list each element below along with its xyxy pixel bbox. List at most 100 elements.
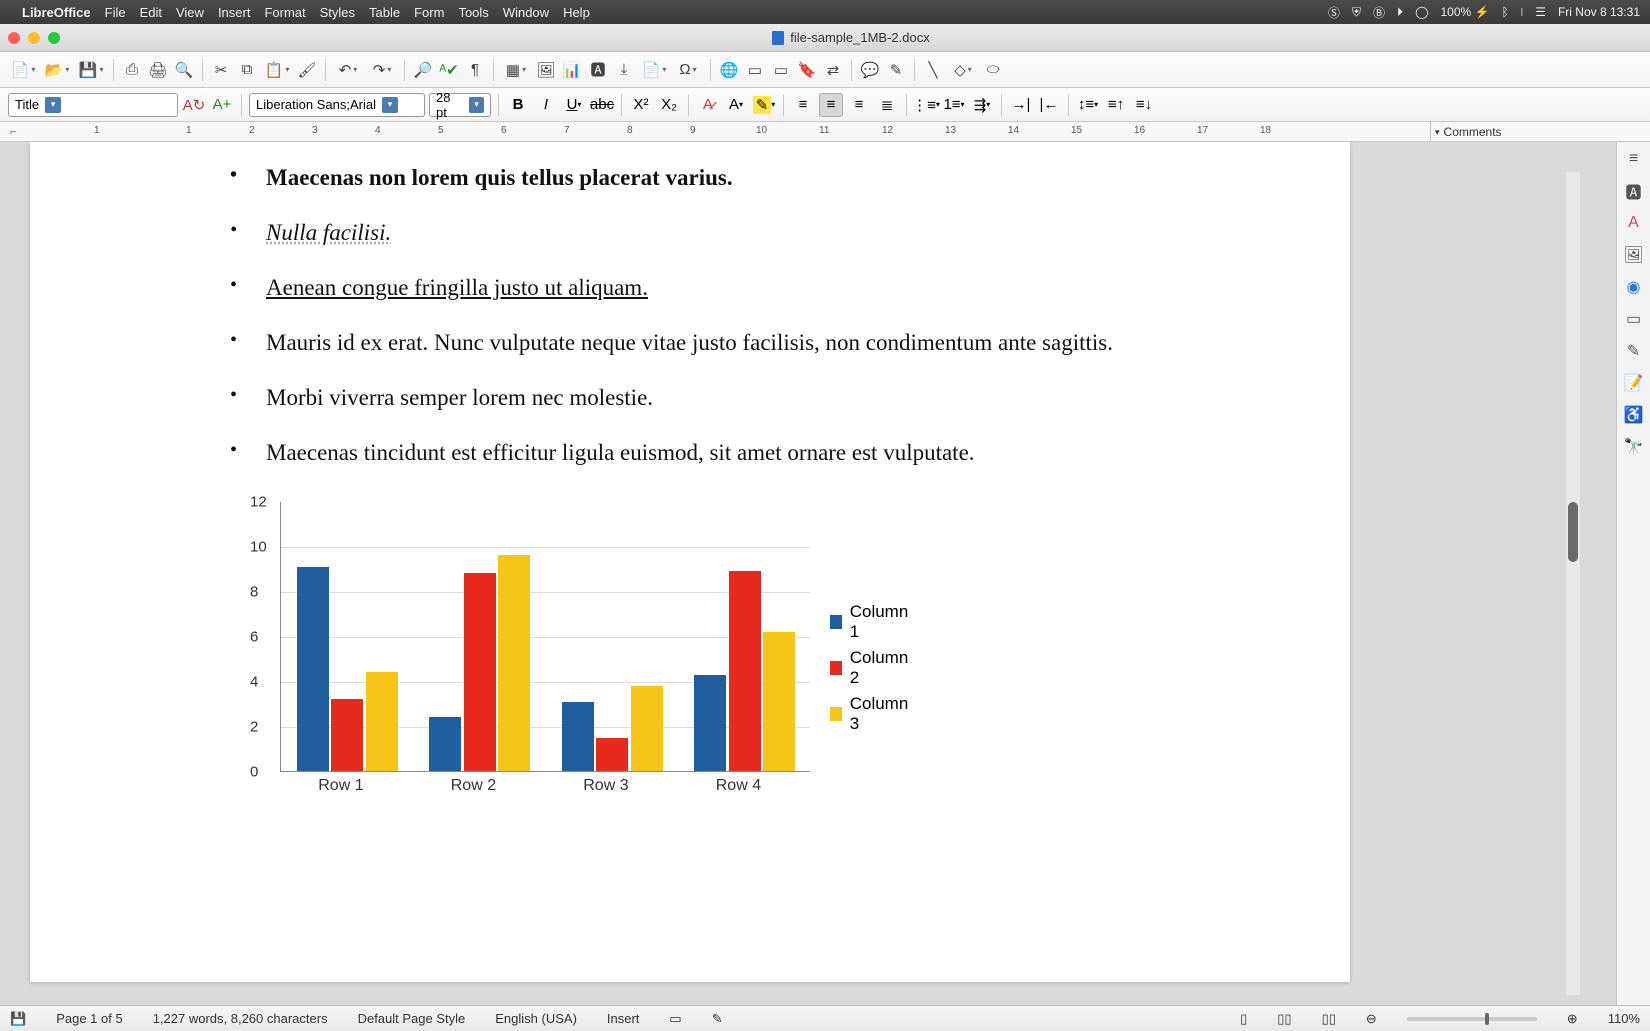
bullet-list-button[interactable]: ⋮≡▾ [914, 93, 938, 117]
font-name-combo[interactable]: Liberation Sans;Arial ▾ [249, 93, 425, 117]
manage-changes-icon[interactable]: 📝 [1623, 372, 1645, 394]
view-single-icon[interactable]: ▯ [1240, 1011, 1247, 1027]
draw-functions-button[interactable]: ⬭ [982, 59, 1004, 81]
page-indicator[interactable]: Page 1 of 5 [56, 1011, 123, 1026]
new-style-button[interactable]: A+ [210, 93, 234, 117]
outline-button[interactable]: ⇶▾ [970, 93, 994, 117]
insert-field-button[interactable]: 📄▾ [639, 59, 669, 81]
bold-button[interactable]: B [506, 93, 530, 117]
selection-mode-icon[interactable]: ▭ [669, 1011, 681, 1027]
list-item[interactable]: Morbi viverra semper lorem nec molestie. [230, 382, 1190, 413]
list-item[interactable]: Nulla facilisi. [230, 217, 1190, 248]
sidebar-menu-icon[interactable]: ≡ [1623, 148, 1645, 170]
accessibility-icon[interactable]: ♿ [1623, 404, 1645, 426]
menu-help[interactable]: Help [563, 5, 590, 20]
paragraph-style-combo[interactable]: Title ▾ [8, 93, 178, 117]
list-item[interactable]: Mauris id ex erat. Nunc vulputate neque … [230, 327, 1190, 358]
export-pdf-button[interactable]: ⎙ [121, 59, 143, 81]
document-scroll[interactable]: Maecenas non lorem quis tellus placerat … [0, 142, 1616, 1005]
align-right-button[interactable]: ≡ [847, 93, 871, 117]
formatting-marks-button[interactable]: ¶ [464, 59, 486, 81]
clock[interactable]: Fri Nov 8 13:31 [1558, 5, 1640, 19]
align-justify-button[interactable]: ≣ [875, 93, 899, 117]
maximize-button[interactable] [48, 32, 60, 44]
find-button[interactable]: 🔎 [412, 59, 434, 81]
skype-icon[interactable]: Ⓢ [1328, 4, 1340, 21]
signature-icon[interactable]: ✎ [712, 1011, 723, 1027]
style-inspector-icon[interactable]: ✎ [1623, 340, 1645, 362]
navigator-icon[interactable]: ◉ [1623, 276, 1645, 298]
insert-footnote-button[interactable]: ▭ [744, 59, 766, 81]
insert-bookmark-button[interactable]: 🔖 [796, 59, 818, 81]
menu-tools[interactable]: Tools [458, 5, 488, 20]
align-left-button[interactable]: ≡ [791, 93, 815, 117]
menu-table[interactable]: Table [369, 5, 400, 20]
close-button[interactable] [8, 32, 20, 44]
zoom-value[interactable]: 110% [1608, 1011, 1640, 1026]
numbered-list-button[interactable]: 1≡▾ [942, 93, 966, 117]
menu-styles[interactable]: Styles [320, 5, 355, 20]
undo-button[interactable]: ↶▾ [333, 59, 363, 81]
insert-textbox-button[interactable]: 🅰 [587, 59, 609, 81]
print-button[interactable]: 🖨 [147, 59, 169, 81]
menu-edit[interactable]: Edit [140, 5, 162, 20]
insert-endnote-button[interactable]: ▭ [770, 59, 792, 81]
view-multi-icon[interactable]: ▯▯ [1277, 1011, 1291, 1027]
update-style-button[interactable]: A↻ [182, 93, 206, 117]
line-spacing-button[interactable]: ↕≡▾ [1076, 93, 1100, 117]
embedded-chart[interactable]: Column 1Column 2Column 3 024681012Row 1R… [230, 492, 850, 822]
spellcheck-button[interactable]: ᴬ✔ [438, 59, 460, 81]
insert-chart-button[interactable]: 📊 [561, 59, 583, 81]
decrease-indent-button[interactable]: |← [1037, 93, 1061, 117]
increase-para-spacing-button[interactable]: ≡↑ [1104, 93, 1128, 117]
insert-comment-button[interactable]: 💬 [859, 59, 881, 81]
insert-hyperlink-button[interactable]: 🌐 [718, 59, 740, 81]
font-size-combo[interactable]: 28 pt ▾ [429, 93, 491, 117]
menu-view[interactable]: View [176, 5, 204, 20]
redo-button[interactable]: ↷▾ [367, 59, 397, 81]
wifi-icon[interactable]: ⧙ [1521, 5, 1524, 20]
word-count[interactable]: 1,227 words, 8,260 characters [153, 1011, 328, 1026]
increase-indent-button[interactable]: →| [1009, 93, 1033, 117]
subscript-button[interactable]: X₂ [657, 93, 681, 117]
list-item[interactable]: Aenean congue fringilla justo ut aliquam… [230, 272, 1190, 303]
menu-insert[interactable]: Insert [218, 5, 251, 20]
page-style[interactable]: Default Page Style [358, 1011, 466, 1026]
basic-shapes-button[interactable]: ◇▾ [948, 59, 978, 81]
align-center-button[interactable]: ≡ [819, 93, 843, 117]
insert-mode[interactable]: Insert [607, 1011, 640, 1026]
font-color-button[interactable]: A▾ [724, 93, 748, 117]
menu-file[interactable]: File [105, 5, 126, 20]
insert-symbol-button[interactable]: Ω▾ [673, 59, 703, 81]
line-button[interactable]: ╲ [922, 59, 944, 81]
page-icon[interactable]: ▭ [1623, 308, 1645, 330]
minimize-button[interactable] [28, 32, 40, 44]
italic-button[interactable]: I [534, 93, 558, 117]
find-sidebar-icon[interactable]: 🔭 [1623, 436, 1645, 458]
cut-button[interactable]: ✂ [210, 59, 232, 81]
zoom-in-icon[interactable]: ⊕ [1567, 1011, 1578, 1027]
list-item[interactable]: Maecenas non lorem quis tellus placerat … [230, 162, 1190, 193]
print-preview-button[interactable]: 🔍 [173, 59, 195, 81]
list-item[interactable]: Maecenas tincidunt est efficitur ligula … [230, 437, 1190, 468]
control-center-icon[interactable]: ☰ [1535, 5, 1546, 19]
strikethrough-button[interactable]: abc [590, 93, 614, 117]
open-button[interactable]: 📂▾ [42, 59, 72, 81]
save-button[interactable]: 💾▾ [76, 59, 106, 81]
insert-pagebreak-button[interactable]: ⤓ [613, 59, 635, 81]
clear-formatting-button[interactable]: A̷ [696, 93, 720, 117]
horizontal-ruler[interactable]: 1123456789101112131415161718 [30, 122, 1390, 142]
scrollbar-thumb[interactable] [1568, 502, 1578, 562]
bluetooth-icon[interactable]: ᛒ [1501, 5, 1508, 19]
save-indicator-icon[interactable]: 💾 [10, 1011, 26, 1027]
underline-button[interactable]: U▾ [562, 93, 586, 117]
comments-panel-header[interactable]: ▾ Comments [1430, 122, 1630, 142]
decrease-para-spacing-button[interactable]: ≡↓ [1132, 93, 1156, 117]
highlight-button[interactable]: ✎▾ [752, 93, 776, 117]
menu-window[interactable]: Window [503, 5, 549, 20]
circle-icon[interactable]: ◯ [1415, 5, 1428, 19]
battery-status[interactable]: 100% ⚡ [1441, 5, 1490, 19]
document-page[interactable]: Maecenas non lorem quis tellus placerat … [30, 142, 1350, 982]
new-button[interactable]: 📄▾ [8, 59, 38, 81]
copy-button[interactable]: ⧉ [236, 59, 258, 81]
